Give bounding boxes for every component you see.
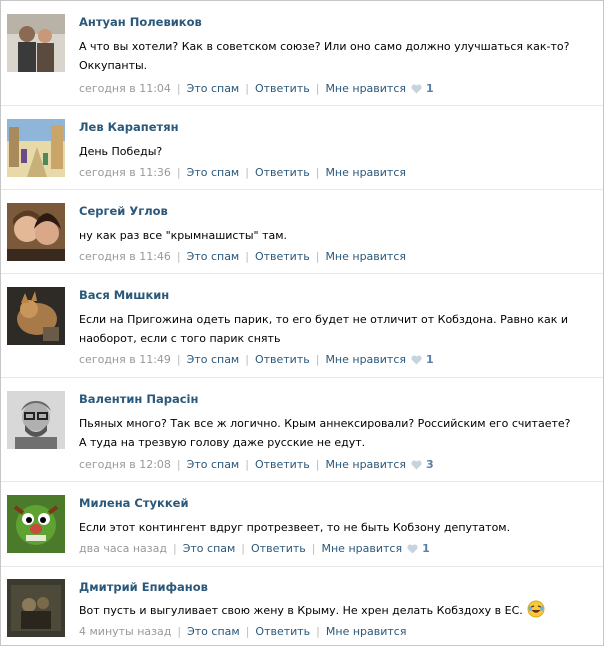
separator: |: [176, 250, 181, 263]
like-link[interactable]: Мне нравится: [325, 166, 406, 179]
separator: |: [245, 166, 249, 179]
like-link[interactable]: Мне нравится: [325, 353, 406, 366]
comment-text: А что вы хотели? Как в советском союзе? …: [79, 40, 570, 72]
comment-item: Лев Карапетян День Победы? сегодня в 11:…: [1, 106, 603, 190]
separator: |: [311, 542, 316, 555]
comment-meta: два часа назад | Это спам | Ответить | М…: [79, 542, 430, 555]
reply-link[interactable]: Ответить: [255, 166, 310, 179]
like-link[interactable]: Мне нравится: [322, 542, 403, 555]
comment-time[interactable]: сегодня в 11:36: [79, 166, 171, 179]
separator: |: [245, 458, 249, 471]
comment-meta: сегодня в 11:04 | Это спам | Ответить | …: [79, 82, 434, 95]
laughing-tears-emoji-icon: [527, 600, 545, 618]
reply-link[interactable]: Ответить: [255, 82, 310, 95]
author-name[interactable]: Дмитрий Епифанов: [79, 580, 208, 594]
comment-item: Сергей Углов ну как раз все "крымнашисты…: [1, 190, 603, 274]
spam-link[interactable]: Это спам: [187, 458, 240, 471]
like-link[interactable]: Мне нравится: [326, 625, 407, 638]
comment-text: Если на Пригожина одеть парик, то его бу…: [79, 313, 569, 345]
separator: |: [176, 353, 181, 366]
comment-time[interactable]: сегодня в 11:46: [79, 250, 171, 263]
avatar[interactable]: [7, 391, 65, 449]
separator: |: [172, 542, 177, 555]
spam-link[interactable]: Это спам: [187, 625, 240, 638]
separator: |: [315, 166, 320, 179]
separator: |: [176, 82, 181, 95]
comments-panel: Антуан Полевиков А что вы хотели? Как в …: [0, 0, 604, 646]
comment-item: Дмитрий Епифанов Вот пусть и выгуливает …: [1, 567, 603, 645]
heart-icon[interactable]: [411, 83, 422, 94]
avatar[interactable]: [7, 495, 65, 553]
spam-link[interactable]: Это спам: [187, 353, 240, 366]
comment-time[interactable]: 4 минуты назад: [79, 625, 171, 638]
spam-link[interactable]: Это спам: [183, 542, 236, 555]
comment-time[interactable]: сегодня в 11:49: [79, 353, 171, 366]
like-count: 1: [426, 353, 434, 366]
like-count: 1: [426, 82, 434, 95]
comment-item: Антуан Полевиков А что вы хотели? Как в …: [1, 1, 603, 106]
avatar[interactable]: [7, 14, 65, 72]
reply-link[interactable]: Ответить: [255, 458, 310, 471]
author-name[interactable]: Сергей Углов: [79, 204, 168, 218]
spam-link[interactable]: Это спам: [187, 166, 240, 179]
comment-meta: 4 минуты назад | Это спам | Ответить | М…: [79, 625, 406, 638]
like-link[interactable]: Мне нравится: [325, 458, 406, 471]
comment-text: Если этот контингент вдруг протрезвеет, …: [79, 521, 511, 534]
separator: |: [315, 82, 320, 95]
spam-link[interactable]: Это спам: [187, 250, 240, 263]
comment-item: Милена Стуккей Если этот контингент вдру…: [1, 482, 603, 567]
author-name[interactable]: Милена Стуккей: [79, 496, 189, 510]
author-name[interactable]: Валентин Парасін: [79, 392, 198, 406]
separator: |: [177, 625, 182, 638]
comment-text-content: Вот пусть и выгуливает свою жену в Крыму…: [79, 604, 523, 617]
separator: |: [315, 353, 320, 366]
reply-link[interactable]: Ответить: [255, 250, 310, 263]
comment-meta: сегодня в 11:36 | Это спам | Ответить | …: [79, 166, 406, 179]
comment-meta: сегодня в 11:49 | Это спам | Ответить | …: [79, 353, 434, 366]
comment-text: День Победы?: [79, 145, 163, 158]
avatar[interactable]: [7, 579, 65, 637]
separator: |: [245, 82, 249, 95]
comment-item: Вася Мишкин Если на Пригожина одеть пари…: [1, 274, 603, 378]
comment-text: Пьяных много? Так все ж логично. Крым ан…: [79, 417, 571, 449]
separator: |: [245, 250, 249, 263]
comment-time[interactable]: два часа назад: [79, 542, 167, 555]
separator: |: [245, 353, 249, 366]
separator: |: [241, 542, 246, 555]
reply-link[interactable]: Ответить: [251, 542, 306, 555]
comment-meta: сегодня в 11:46 | Это спам | Ответить | …: [79, 250, 406, 263]
heart-icon[interactable]: [411, 354, 422, 365]
comment-time[interactable]: сегодня в 11:04: [79, 82, 171, 95]
author-name[interactable]: Лев Карапетян: [79, 120, 179, 134]
avatar[interactable]: [7, 203, 65, 261]
like-link[interactable]: Мне нравится: [325, 82, 406, 95]
comment-meta: сегодня в 12:08 | Это спам | Ответить | …: [79, 458, 434, 471]
author-name[interactable]: Вася Мишкин: [79, 288, 169, 302]
separator: |: [176, 166, 181, 179]
heart-icon[interactable]: [407, 543, 418, 554]
author-name[interactable]: Антуан Полевиков: [79, 15, 202, 29]
separator: |: [316, 625, 320, 638]
separator: |: [245, 625, 250, 638]
comment-text: ну как раз все "крымнашисты" там.: [79, 229, 288, 242]
comment-time[interactable]: сегодня в 12:08: [79, 458, 171, 471]
like-link[interactable]: Мне нравится: [325, 250, 406, 263]
heart-icon[interactable]: [411, 459, 422, 470]
like-count: 1: [422, 542, 430, 555]
like-count: 3: [426, 458, 434, 471]
avatar[interactable]: [7, 119, 65, 177]
separator: |: [315, 250, 320, 263]
comment-item: Валентин Парасін Пьяных много? Так все ж…: [1, 378, 603, 482]
reply-link[interactable]: Ответить: [255, 353, 310, 366]
avatar[interactable]: [7, 287, 65, 345]
comment-text: Вот пусть и выгуливает свою жену в Крыму…: [79, 600, 579, 620]
separator: |: [176, 458, 181, 471]
spam-link[interactable]: Это спам: [187, 82, 240, 95]
reply-link[interactable]: Ответить: [255, 625, 310, 638]
separator: |: [315, 458, 320, 471]
